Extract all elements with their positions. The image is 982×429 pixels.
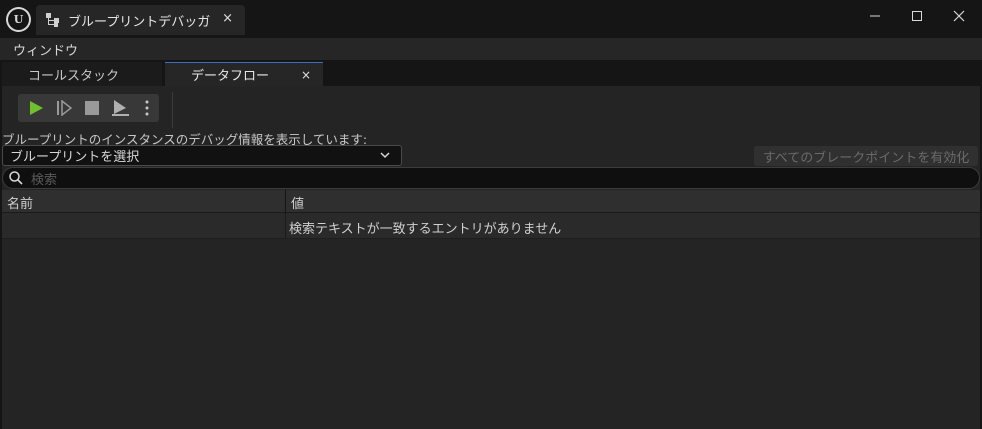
stop-button[interactable] [80,94,104,122]
tab-data-flow[interactable]: データフロー × [165,62,323,86]
minimize-icon [870,15,880,17]
row-divider [285,213,286,239]
menu-bar: ウィンドウ [0,38,982,60]
empty-results-message: 検索テキストが一致するエントリがありません [289,222,562,237]
blueprint-debugger-icon [45,12,61,28]
close-window-button[interactable] [946,6,972,26]
tab-data-flow-label: データフロー [191,69,270,84]
eject-button[interactable] [108,94,132,122]
step-button[interactable] [52,94,76,122]
unreal-logo-icon[interactable]: U [6,7,31,32]
blueprint-select-value: ブループリントを選択 [10,150,140,165]
tab-call-stack[interactable]: コールスタック [2,62,162,86]
panel-tab-strip: コールスタック データフロー × [0,60,982,86]
document-tab-title: ブループリントデバッガ [68,14,211,30]
more-options-button[interactable] [140,94,154,122]
maximize-icon [912,11,922,21]
enable-all-breakpoints-button[interactable]: すべてのブレークポイントを有効化 [754,146,978,166]
step-icon [57,100,72,116]
toolbar-divider [172,92,173,128]
minimize-button[interactable] [862,6,888,26]
table-row: 検索テキストが一致するエントリがありません [2,213,980,239]
stop-icon [85,101,99,115]
play-button[interactable] [24,94,48,122]
debug-toolbar [18,94,159,122]
title-bar: U ブループリントデバッガ × [0,0,982,38]
more-icon [145,100,149,116]
close-tab-icon[interactable]: × [222,11,233,26]
document-tab[interactable]: ブループリントデバッガ × [36,5,245,35]
menu-window[interactable]: ウィンドウ [13,40,78,59]
search-placeholder: 検索 [31,172,58,188]
blueprint-select-dropdown[interactable]: ブループリントを選択 [2,145,402,166]
close-icon [953,10,965,22]
maximize-button[interactable] [904,6,930,26]
search-input[interactable]: 検索 [2,167,980,189]
tab-call-stack-label: コールスタック [28,68,120,84]
eject-icon [112,100,129,116]
chevron-down-icon [380,152,390,159]
table-header: 名前 値 [2,190,980,213]
column-header-name[interactable]: 名前 [7,193,33,212]
data-flow-panel: ブループリントのインスタンスのデバッグ情報を表示しています: ブループリントを選… [2,86,980,429]
close-tab-icon[interactable]: × [301,68,311,82]
search-icon [9,171,23,185]
column-divider[interactable] [285,190,286,213]
play-icon [30,101,43,115]
column-header-value[interactable]: 値 [291,193,304,212]
